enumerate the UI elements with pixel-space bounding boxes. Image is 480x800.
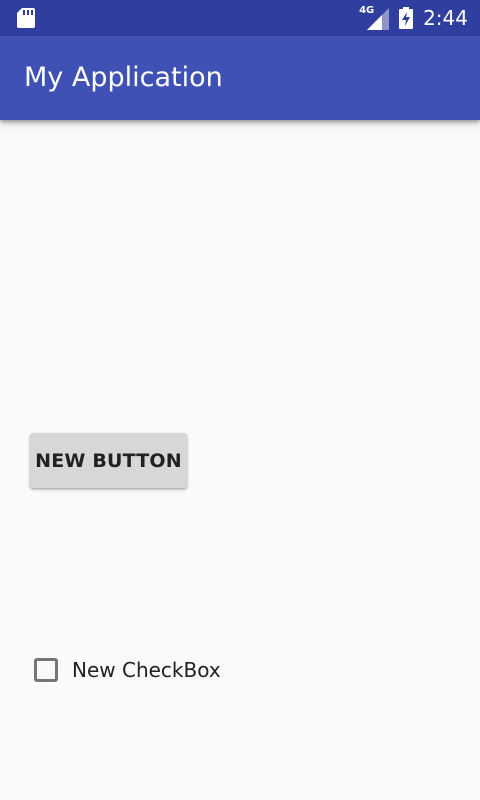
- status-icons: 4G 2:44: [359, 0, 468, 36]
- main-content: NEW BUTTON New CheckBox: [0, 120, 480, 800]
- new-checkbox[interactable]: New CheckBox: [34, 654, 221, 686]
- sd-card-icon: [17, 8, 35, 28]
- cell-signal-icon: [367, 8, 390, 30]
- clock: 2:44: [423, 6, 468, 30]
- app-bar: My Application: [0, 36, 480, 120]
- checkbox-box[interactable]: [34, 658, 58, 682]
- new-button[interactable]: NEW BUTTON: [30, 433, 187, 488]
- battery-charging-icon: [399, 7, 414, 29]
- status-bar: 4G 2:44: [0, 0, 480, 36]
- checkbox-label[interactable]: New CheckBox: [72, 658, 221, 682]
- app-title: My Application: [24, 62, 223, 93]
- network-indicator: 4G: [359, 5, 390, 30]
